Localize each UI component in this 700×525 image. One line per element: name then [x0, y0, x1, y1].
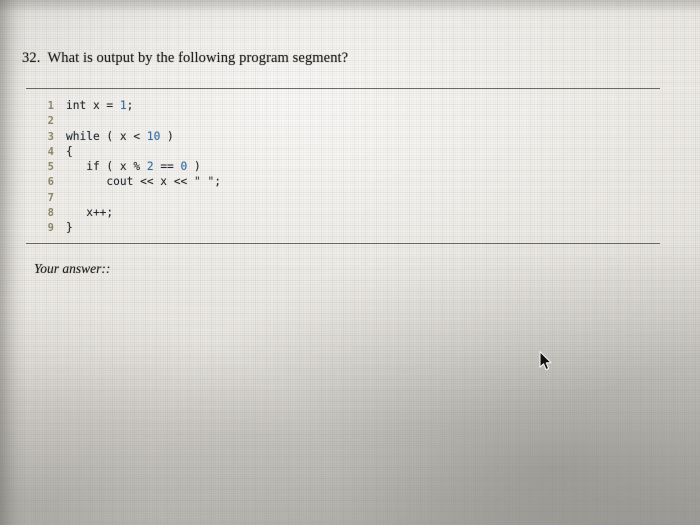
code-line: 8 x++;: [30, 205, 221, 220]
horizontal-rule-above-code: [26, 88, 660, 89]
scanned-page-photo: 32. What is output by the following progr…: [0, 0, 700, 525]
line-number: 1: [47, 100, 54, 112]
horizontal-rule-below-code: [26, 243, 660, 244]
code-line: 2: [30, 113, 221, 128]
code-line: 3 while ( x < 10 ): [30, 129, 221, 144]
code-line: 9 }: [30, 220, 221, 235]
code-line: 6 cout << x << " ";: [30, 174, 221, 189]
question-number: 32.: [22, 50, 41, 66]
document-content: 32. What is output by the following progr…: [0, 0, 700, 525]
line-number: 3: [47, 130, 54, 143]
code-line: 5 if ( x % 2 == 0 ): [30, 159, 221, 174]
code-line-text: }: [66, 221, 73, 235]
line-number: 7: [47, 191, 54, 204]
code-line-text: {: [66, 144, 73, 158]
line-number: 2: [47, 115, 54, 128]
line-number: 8: [47, 207, 54, 220]
line-number: 5: [47, 161, 54, 174]
line-number: 6: [47, 176, 54, 189]
question-text: What is output by the following program …: [47, 50, 349, 66]
code-line: 1 int x = 1;: [30, 98, 221, 113]
code-line-text: x++;: [66, 206, 114, 220]
code-line-text: if ( x % 2 == 0 ): [66, 160, 201, 174]
line-number: 4: [47, 145, 54, 158]
code-line-text: while ( x < 10 ): [66, 129, 174, 143]
code-line: 4 {: [30, 144, 221, 159]
line-number: 9: [47, 222, 54, 235]
answer-prompt: Your answer::: [34, 261, 111, 276]
code-line-text: cout << x << " ";: [66, 175, 221, 189]
code-line-text: int x = 1;: [66, 99, 134, 112]
question-heading: 32. What is output by the following progr…: [22, 50, 662, 67]
code-listing: 1 int x = 1; 2 3 while ( x < 10 ) 4 { 5 …: [30, 98, 221, 236]
code-line: 7: [30, 190, 221, 205]
